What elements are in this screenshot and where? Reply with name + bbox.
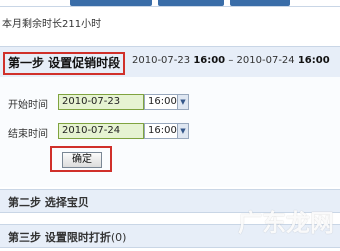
end-time-select[interactable]: 16:00 ▼ (144, 123, 189, 139)
watermark: 广东龙网 (238, 209, 334, 237)
chevron-down-icon[interactable]: ▼ (177, 124, 188, 138)
range-start-time: 16:00 (193, 55, 226, 66)
start-date-input[interactable]: 2010-07-23 (58, 94, 144, 110)
step3-title: 第三步 设置限时打折 (8, 231, 111, 244)
end-date-input[interactable]: 2010-07-24 (58, 123, 144, 139)
remaining-time-text: 本月剩余时长211小时 (2, 19, 102, 30)
end-time-value: 16:00 (148, 125, 177, 136)
step1-range: 2010-07-23 16:00 – 2010-07-24 16:00 (132, 55, 330, 66)
start-time-select[interactable]: 16:00 ▼ (144, 94, 189, 110)
confirm-button[interactable]: 确定 (62, 152, 102, 168)
step1-header[interactable]: 第一步 设置促销时段 2010-07-23 16:00 – 2010-07-24… (0, 46, 340, 78)
range-end-time: 16:00 (297, 55, 330, 66)
start-time-value: 16:00 (148, 96, 177, 107)
confirm-highlight: 确定 (50, 146, 112, 172)
step1-title: 第一步 设置促销时段 (3, 52, 126, 75)
chevron-down-icon[interactable]: ▼ (177, 95, 188, 109)
step3-count: (0) (110, 231, 127, 244)
tab-bar (0, 0, 340, 7)
step2-title: 第二步 选择宝贝 (8, 196, 89, 209)
step3-title-wrap: 第三步 设置限时打折(0) (8, 229, 126, 245)
tab-1[interactable] (70, 0, 152, 6)
tab-3[interactable] (230, 0, 290, 6)
range-separator: – (228, 55, 234, 66)
start-time-label: 开始时间 (8, 100, 48, 111)
range-start-date: 2010-07-23 (132, 55, 191, 66)
range-end-date: 2010-07-24 (236, 55, 295, 66)
tab-2[interactable] (158, 0, 224, 6)
end-time-label: 结束时间 (8, 129, 48, 140)
